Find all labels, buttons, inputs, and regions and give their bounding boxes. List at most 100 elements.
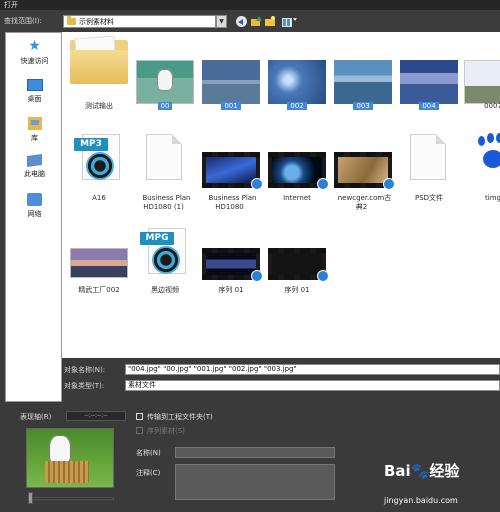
place-label: 桌面	[27, 95, 42, 103]
sequence-material-checkbox[interactable]: 序列素材(S)	[136, 426, 336, 436]
file-item-sequence[interactable]: 序列 01	[266, 228, 329, 298]
place-this-pc[interactable]: 此电脑	[6, 153, 63, 179]
look-in-value: 示例素材料	[79, 18, 114, 26]
file-name: timg	[485, 194, 500, 202]
timecode-field[interactable]: --:--:--:--	[66, 411, 126, 421]
preview-slider-handle[interactable]	[28, 492, 33, 504]
file-item-video[interactable]: Internet	[266, 132, 329, 212]
file-item-image[interactable]: 00	[134, 34, 196, 114]
file-item-sequence[interactable]: 序列 01	[200, 228, 263, 298]
file-item-video[interactable]: MPG 黑边视频	[134, 228, 196, 298]
file-name: 0007	[484, 102, 500, 110]
file-name: PSD文件	[414, 194, 444, 202]
video-badge-icon	[251, 178, 263, 190]
name-label: 名称(N)	[136, 449, 161, 457]
place-network[interactable]: 网络	[6, 193, 63, 219]
places-bar: ★ 快速访问 桌面 库 此电脑 网络	[5, 32, 62, 402]
video-badge-icon	[251, 270, 263, 282]
file-name: 004	[419, 102, 439, 110]
object-name-input[interactable]: "004.jpg" "00.jpg" "001.jpg" "002.jpg" "…	[125, 364, 500, 375]
file-item-image[interactable]: 0007	[462, 34, 500, 114]
star-icon: ★	[28, 38, 41, 54]
video-thumbnail	[202, 152, 263, 190]
media-disc-icon	[86, 152, 114, 180]
reference-label: 表现轴(R)	[20, 413, 52, 421]
file-name: newcger.com古典2	[337, 194, 392, 211]
checkbox-icon	[136, 427, 143, 434]
image-thumbnail	[136, 60, 194, 104]
look-in-label: 查找范围(I):	[4, 17, 42, 25]
media-disc-icon	[152, 246, 180, 274]
file-item-image[interactable]: timg	[462, 132, 500, 212]
look-in-dropdown[interactable]: 示例素材料	[63, 15, 216, 28]
up-folder-icon[interactable]	[251, 16, 262, 27]
file-name: Internet	[283, 194, 311, 202]
image-thumbnail	[268, 60, 326, 104]
video-thumbnail	[334, 152, 395, 190]
copy-to-project-label: 传输到工程文件夹(T)	[147, 413, 213, 421]
file-item-folder[interactable]: 测试输出	[68, 34, 130, 114]
video-thumbnail	[202, 248, 263, 282]
back-icon[interactable]	[236, 16, 247, 27]
object-name-label: 对象名称(N):	[64, 366, 106, 374]
place-library[interactable]: 库	[6, 117, 63, 143]
place-label: 此电脑	[24, 170, 45, 178]
file-badge: MP3	[74, 138, 108, 151]
file-name: 序列 01	[218, 286, 244, 294]
image-thumbnail	[202, 60, 260, 104]
preview-slider-track[interactable]	[30, 497, 114, 500]
toolbar: 查找范围(I): 示例素材料 ▼	[0, 10, 500, 32]
comment-input[interactable]	[175, 464, 335, 500]
new-folder-icon[interactable]	[265, 16, 276, 27]
library-icon	[27, 117, 42, 130]
file-item-document[interactable]: Business Plan HD1080 (1)	[134, 132, 196, 212]
place-quick-access[interactable]: ★ 快速访问	[6, 39, 63, 66]
mpg-file-icon: MPG	[140, 228, 190, 276]
folder-icon	[70, 40, 128, 84]
watermark-logo: Bai🐾经验	[384, 462, 460, 480]
file-item-video[interactable]: newcger.com古典2	[332, 132, 395, 212]
file-item-video[interactable]: Business Plan HD1080	[200, 132, 263, 212]
file-name: 精武工厂002	[78, 286, 120, 294]
dialog-title: 打开	[0, 0, 500, 10]
file-name: 001	[221, 102, 241, 110]
video-badge-icon	[317, 270, 329, 282]
file-item-audio[interactable]: MP3 A16	[68, 132, 130, 212]
object-type-select[interactable]: 素材文件	[125, 380, 500, 391]
copy-to-project-checkbox[interactable]: 传输到工程文件夹(T)	[136, 412, 336, 422]
object-type-row: 对象类型(T): 素材文件	[62, 380, 500, 391]
image-thumbnail	[400, 60, 458, 104]
file-name: Business Plan HD1080	[208, 194, 257, 211]
file-name: 测试输出	[85, 102, 113, 110]
object-type-label: 对象类型(T):	[64, 382, 105, 390]
file-item-image[interactable]: 精武工厂002	[68, 228, 130, 298]
chevron-down-icon[interactable]: ▼	[216, 15, 227, 28]
place-desktop[interactable]: 桌面	[6, 79, 63, 104]
file-item-image[interactable]: 003	[332, 34, 394, 114]
view-menu-icon[interactable]	[282, 16, 292, 27]
file-name: 002	[287, 102, 307, 110]
desktop-icon	[26, 79, 43, 91]
file-item-document[interactable]: PSD文件	[398, 132, 460, 212]
paw-icon	[478, 136, 500, 172]
document-icon	[410, 134, 446, 180]
file-item-image[interactable]: 001	[200, 34, 262, 114]
name-input[interactable]	[175, 447, 335, 458]
file-item-image[interactable]: 004	[398, 34, 460, 114]
file-name: 黑边视频	[151, 286, 179, 294]
checkbox-icon	[136, 413, 143, 420]
file-item-image[interactable]: 002	[266, 34, 328, 114]
image-thumbnail	[334, 60, 392, 104]
video-thumbnail	[268, 248, 329, 282]
network-icon	[27, 193, 42, 206]
image-thumbnail	[70, 248, 128, 278]
place-label: 网络	[27, 210, 42, 218]
file-name: 003	[353, 102, 373, 110]
baidu-jingyan-watermark: Bai🐾经验 jingyan.baidu.com	[384, 460, 500, 512]
folder-icon	[67, 16, 76, 25]
view-menu-arrow-icon[interactable]	[293, 18, 297, 21]
computer-icon	[27, 153, 42, 168]
file-name: Business Plan HD1080 (1)	[142, 194, 191, 211]
file-list[interactable]: 测试输出 00 001 002 003 004 0007 MP3 A16 Bus…	[62, 32, 500, 358]
video-thumbnail	[268, 152, 329, 190]
